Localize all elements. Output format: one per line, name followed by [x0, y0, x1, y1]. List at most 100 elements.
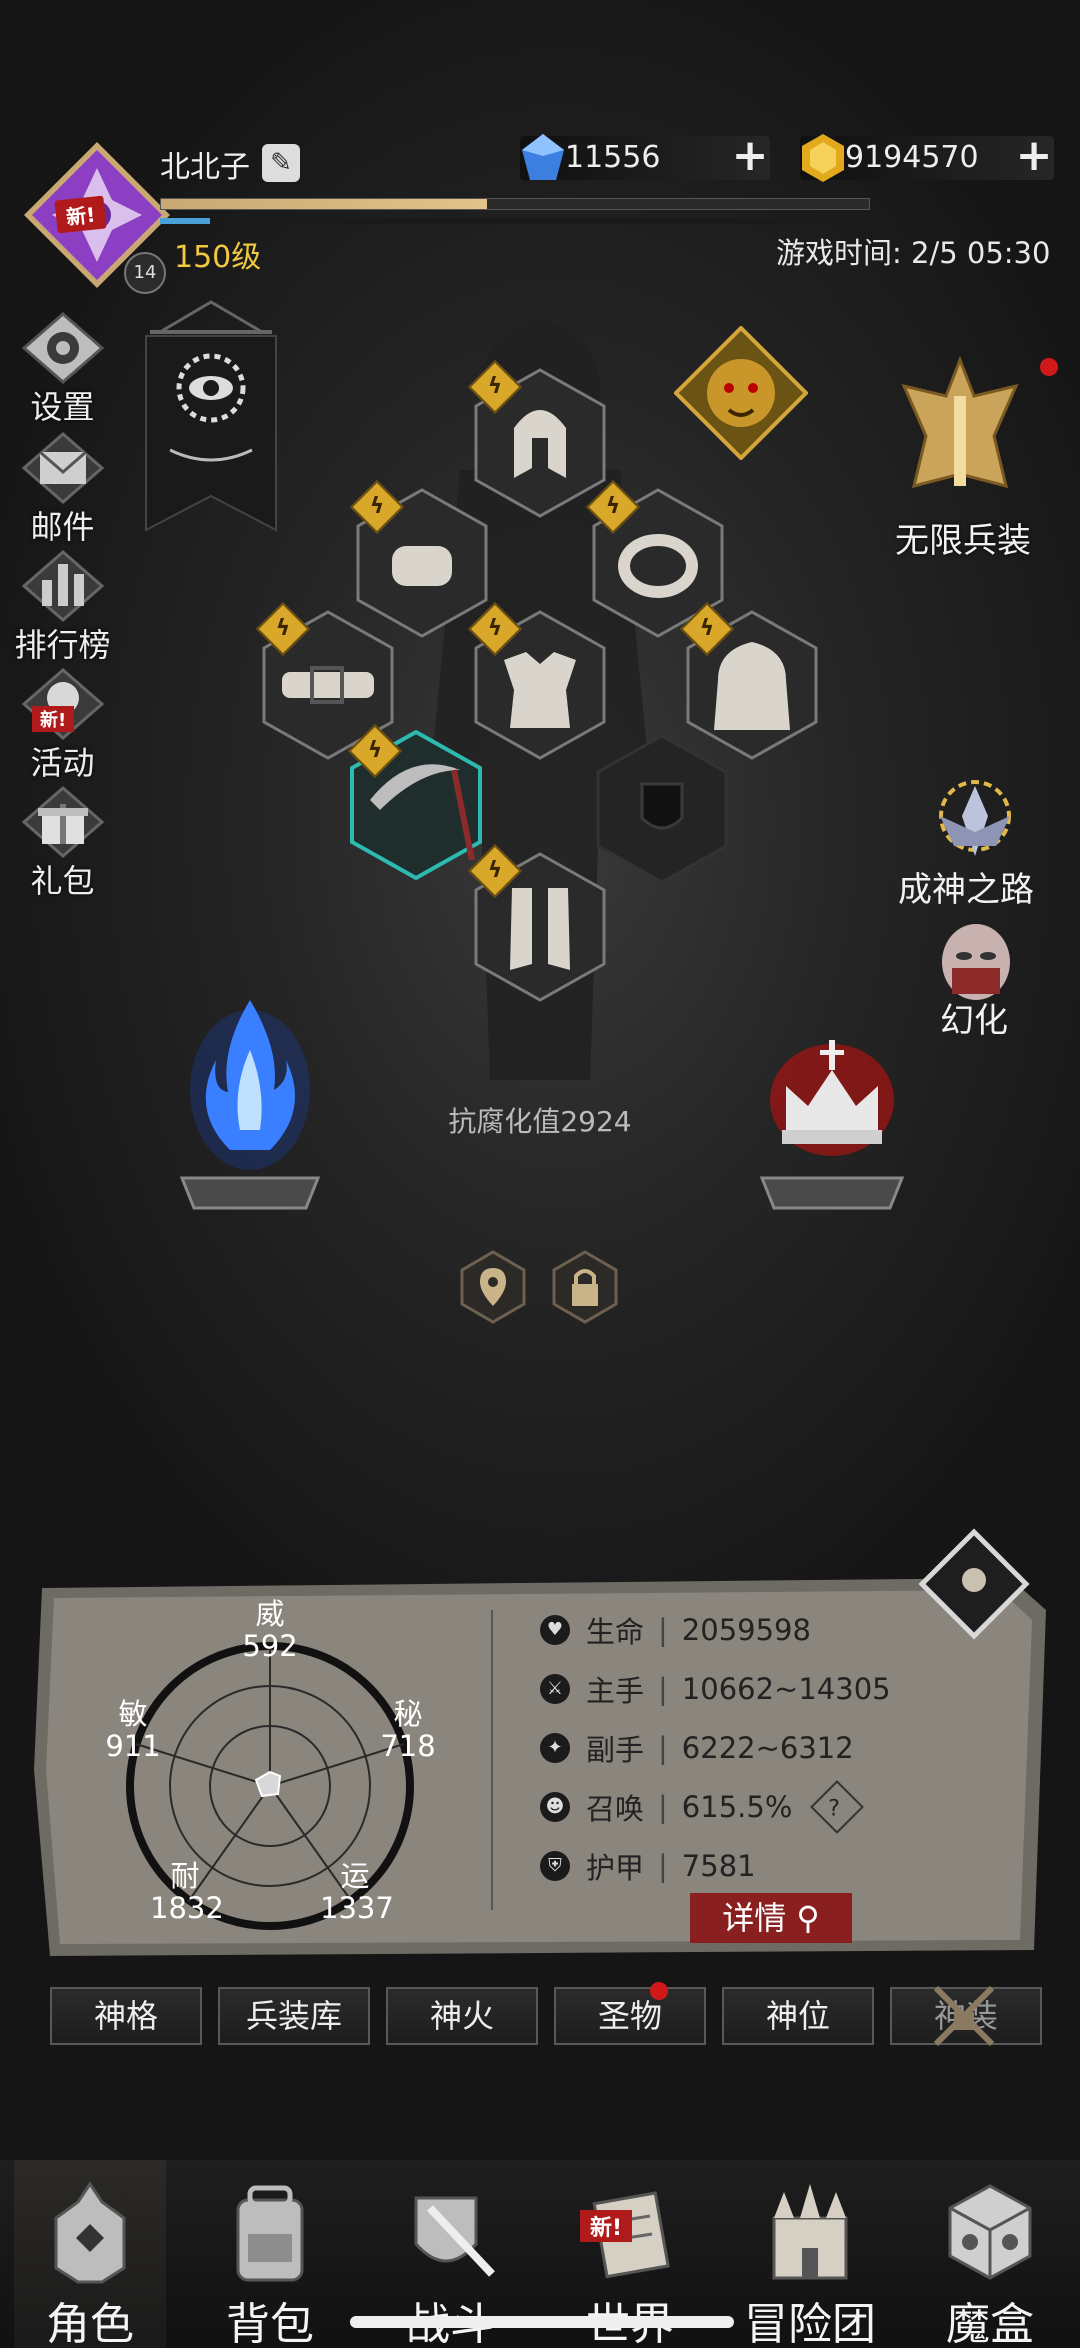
sword-icon: ⚔ [540, 1673, 570, 1704]
exp-bar-fill [161, 199, 487, 209]
locked-chains-icon [933, 1985, 995, 2047]
add-gems-button[interactable]: + [730, 134, 770, 180]
armor-icon: ⛨ [540, 1850, 570, 1881]
stat-list: ♥ 生命 | 2059598 ⚔ 主手 | 10662~14305 ✦ 副手 | 6222~631… [540, 1600, 891, 1895]
stat-name: 生命 [586, 1614, 645, 1649]
lock-icon[interactable] [552, 1250, 618, 1324]
exp-bar [160, 198, 870, 210]
summon-help-button[interactable]: ? [810, 1779, 865, 1834]
home-indicator[interactable] [350, 2316, 734, 2328]
edit-name-icon[interactable]: ✎ [262, 144, 300, 182]
infinite-gear-icon[interactable] [898, 356, 1022, 516]
tab-god-seat[interactable]: 神位 [722, 1987, 874, 2045]
menu-gift-label: 礼包 [30, 862, 95, 900]
tab-relic[interactable]: 圣物 [554, 1987, 706, 2045]
stat-value: 10662~14305 [681, 1671, 891, 1706]
attr-nai: 耐 1832 [145, 1856, 225, 1928]
nav-backpack-label: 背包 [226, 2299, 314, 2348]
transform-mask-icon[interactable] [934, 922, 1018, 1002]
help-icon: ? [828, 1796, 841, 1822]
cube-icon [948, 2184, 1032, 2280]
stat-value: 615.5% [681, 1789, 793, 1824]
attr-yun-name: 运 [340, 1859, 370, 1893]
attr-yun-value: 1337 [320, 1891, 394, 1925]
stat-name: 副手 [586, 1732, 645, 1767]
gold-value: 9194570 [845, 140, 979, 175]
menu-event-label: 活动 [30, 744, 95, 782]
add-gold-button[interactable]: + [1014, 134, 1054, 180]
player-name: 北北子 [160, 150, 250, 185]
offhand-icon: ✦ [540, 1732, 570, 1763]
stat-value: 6222~6312 [681, 1730, 854, 1765]
helmet-icon [54, 2181, 126, 2284]
location-pin-icon[interactable] [460, 1250, 526, 1324]
attr-mi-name: 秘 [393, 1697, 423, 1731]
menu-settings[interactable]: 设置 [10, 312, 115, 428]
menu-settings-label: 设置 [30, 388, 95, 426]
tab-divinity[interactable]: 神格 [50, 1987, 202, 2045]
stat-row-mainhand: ⚔ 主手 | 10662~14305 [540, 1659, 891, 1718]
notification-dot [650, 1982, 668, 2000]
gem-counter: 11556 + [520, 134, 770, 180]
guild-banner-eye-icon[interactable] [140, 300, 282, 536]
secondary-bar-fill [160, 218, 210, 224]
gem-value: 11556 [565, 140, 661, 175]
attr-nai-value: 1832 [150, 1891, 224, 1925]
player-level: 150级 [174, 240, 262, 275]
detail-button[interactable]: 详情 ⚲ [690, 1893, 852, 1943]
lion-emblem-icon[interactable] [674, 326, 808, 460]
stat-row-hp: ♥ 生命 | 2059598 [540, 1600, 891, 1659]
avatar-new-tag: 新! [54, 195, 107, 234]
event-new-tag: 新! [32, 706, 75, 732]
menu-ranking[interactable]: 排行榜 [10, 550, 115, 666]
attr-wei-value: 592 [242, 1629, 298, 1663]
blue-flame-pedestal[interactable] [170, 980, 330, 1220]
tab-armory[interactable]: 兵装库 [218, 1987, 370, 2045]
nav-adventure-group[interactable]: 冒险团 [720, 2160, 900, 2348]
nav-magic-box-label: 魔盒 [946, 2299, 1034, 2348]
menu-mail-label: 邮件 [30, 508, 95, 546]
gift-icon [21, 786, 104, 858]
attr-min-value: 911 [105, 1729, 161, 1763]
attr-min-name: 敏 [118, 1697, 148, 1731]
stat-name: 召唤 [586, 1791, 645, 1826]
world-new-tag: 新! [580, 2210, 633, 2242]
tab-divine-fire[interactable]: 神火 [386, 1987, 538, 2045]
game-time: 游戏时间: 2/5 05:30 [776, 236, 1051, 270]
stat-value: 7581 [681, 1848, 756, 1883]
nav-adventure-group-label: 冒险团 [744, 2299, 876, 2348]
nav-backpack[interactable]: 背包 [180, 2160, 360, 2348]
attr-yun: 运 1337 [315, 1856, 395, 1928]
ranking-icon [21, 550, 104, 622]
god-path-icon[interactable] [926, 776, 1024, 866]
stat-name: 护甲 [586, 1850, 645, 1885]
menu-event[interactable]: 新! 活动 [10, 668, 115, 784]
stat-name: 主手 [586, 1673, 645, 1708]
nav-magic-box[interactable]: 魔盒 [900, 2160, 1080, 2348]
stat-value: 2059598 [681, 1612, 811, 1647]
nav-character[interactable]: 角色 [0, 2160, 180, 2348]
game-screen: { "header": { "player_name": "北北子", "lev… [0, 0, 1080, 2348]
menu-ranking-label: 排行榜 [14, 626, 111, 664]
summon-icon: ☻ [540, 1791, 570, 1822]
backpack-icon [236, 2185, 304, 2282]
menu-mail[interactable]: 邮件 [10, 432, 115, 548]
attr-mi-value: 718 [380, 1729, 436, 1763]
equip-slot-shield-empty[interactable] [596, 734, 728, 884]
infinite-gear-label: 无限兵装 [895, 521, 1031, 561]
god-path-label: 成神之路 [898, 870, 1034, 910]
attr-mi: 秘 718 [368, 1694, 448, 1766]
battle-icon [414, 2196, 495, 2277]
heart-icon: ♥ [540, 1614, 570, 1645]
crown-pedestal[interactable] [752, 1030, 912, 1220]
stat-row-armor: ⛨ 护甲 | 7581 [540, 1836, 891, 1895]
avatar-level-badge: 14 [124, 252, 166, 294]
castle-icon [772, 2184, 848, 2280]
menu-gift[interactable]: 礼包 [10, 786, 115, 902]
detail-button-label: 详情 [722, 1899, 787, 1937]
attr-min: 敏 911 [93, 1694, 173, 1766]
corruption-resistance: 抗腐化值2924 [448, 1105, 632, 1138]
gold-icon [802, 134, 844, 182]
panel-emblem-icon[interactable] [918, 1528, 1030, 1644]
nav-character-label: 角色 [46, 2299, 134, 2348]
